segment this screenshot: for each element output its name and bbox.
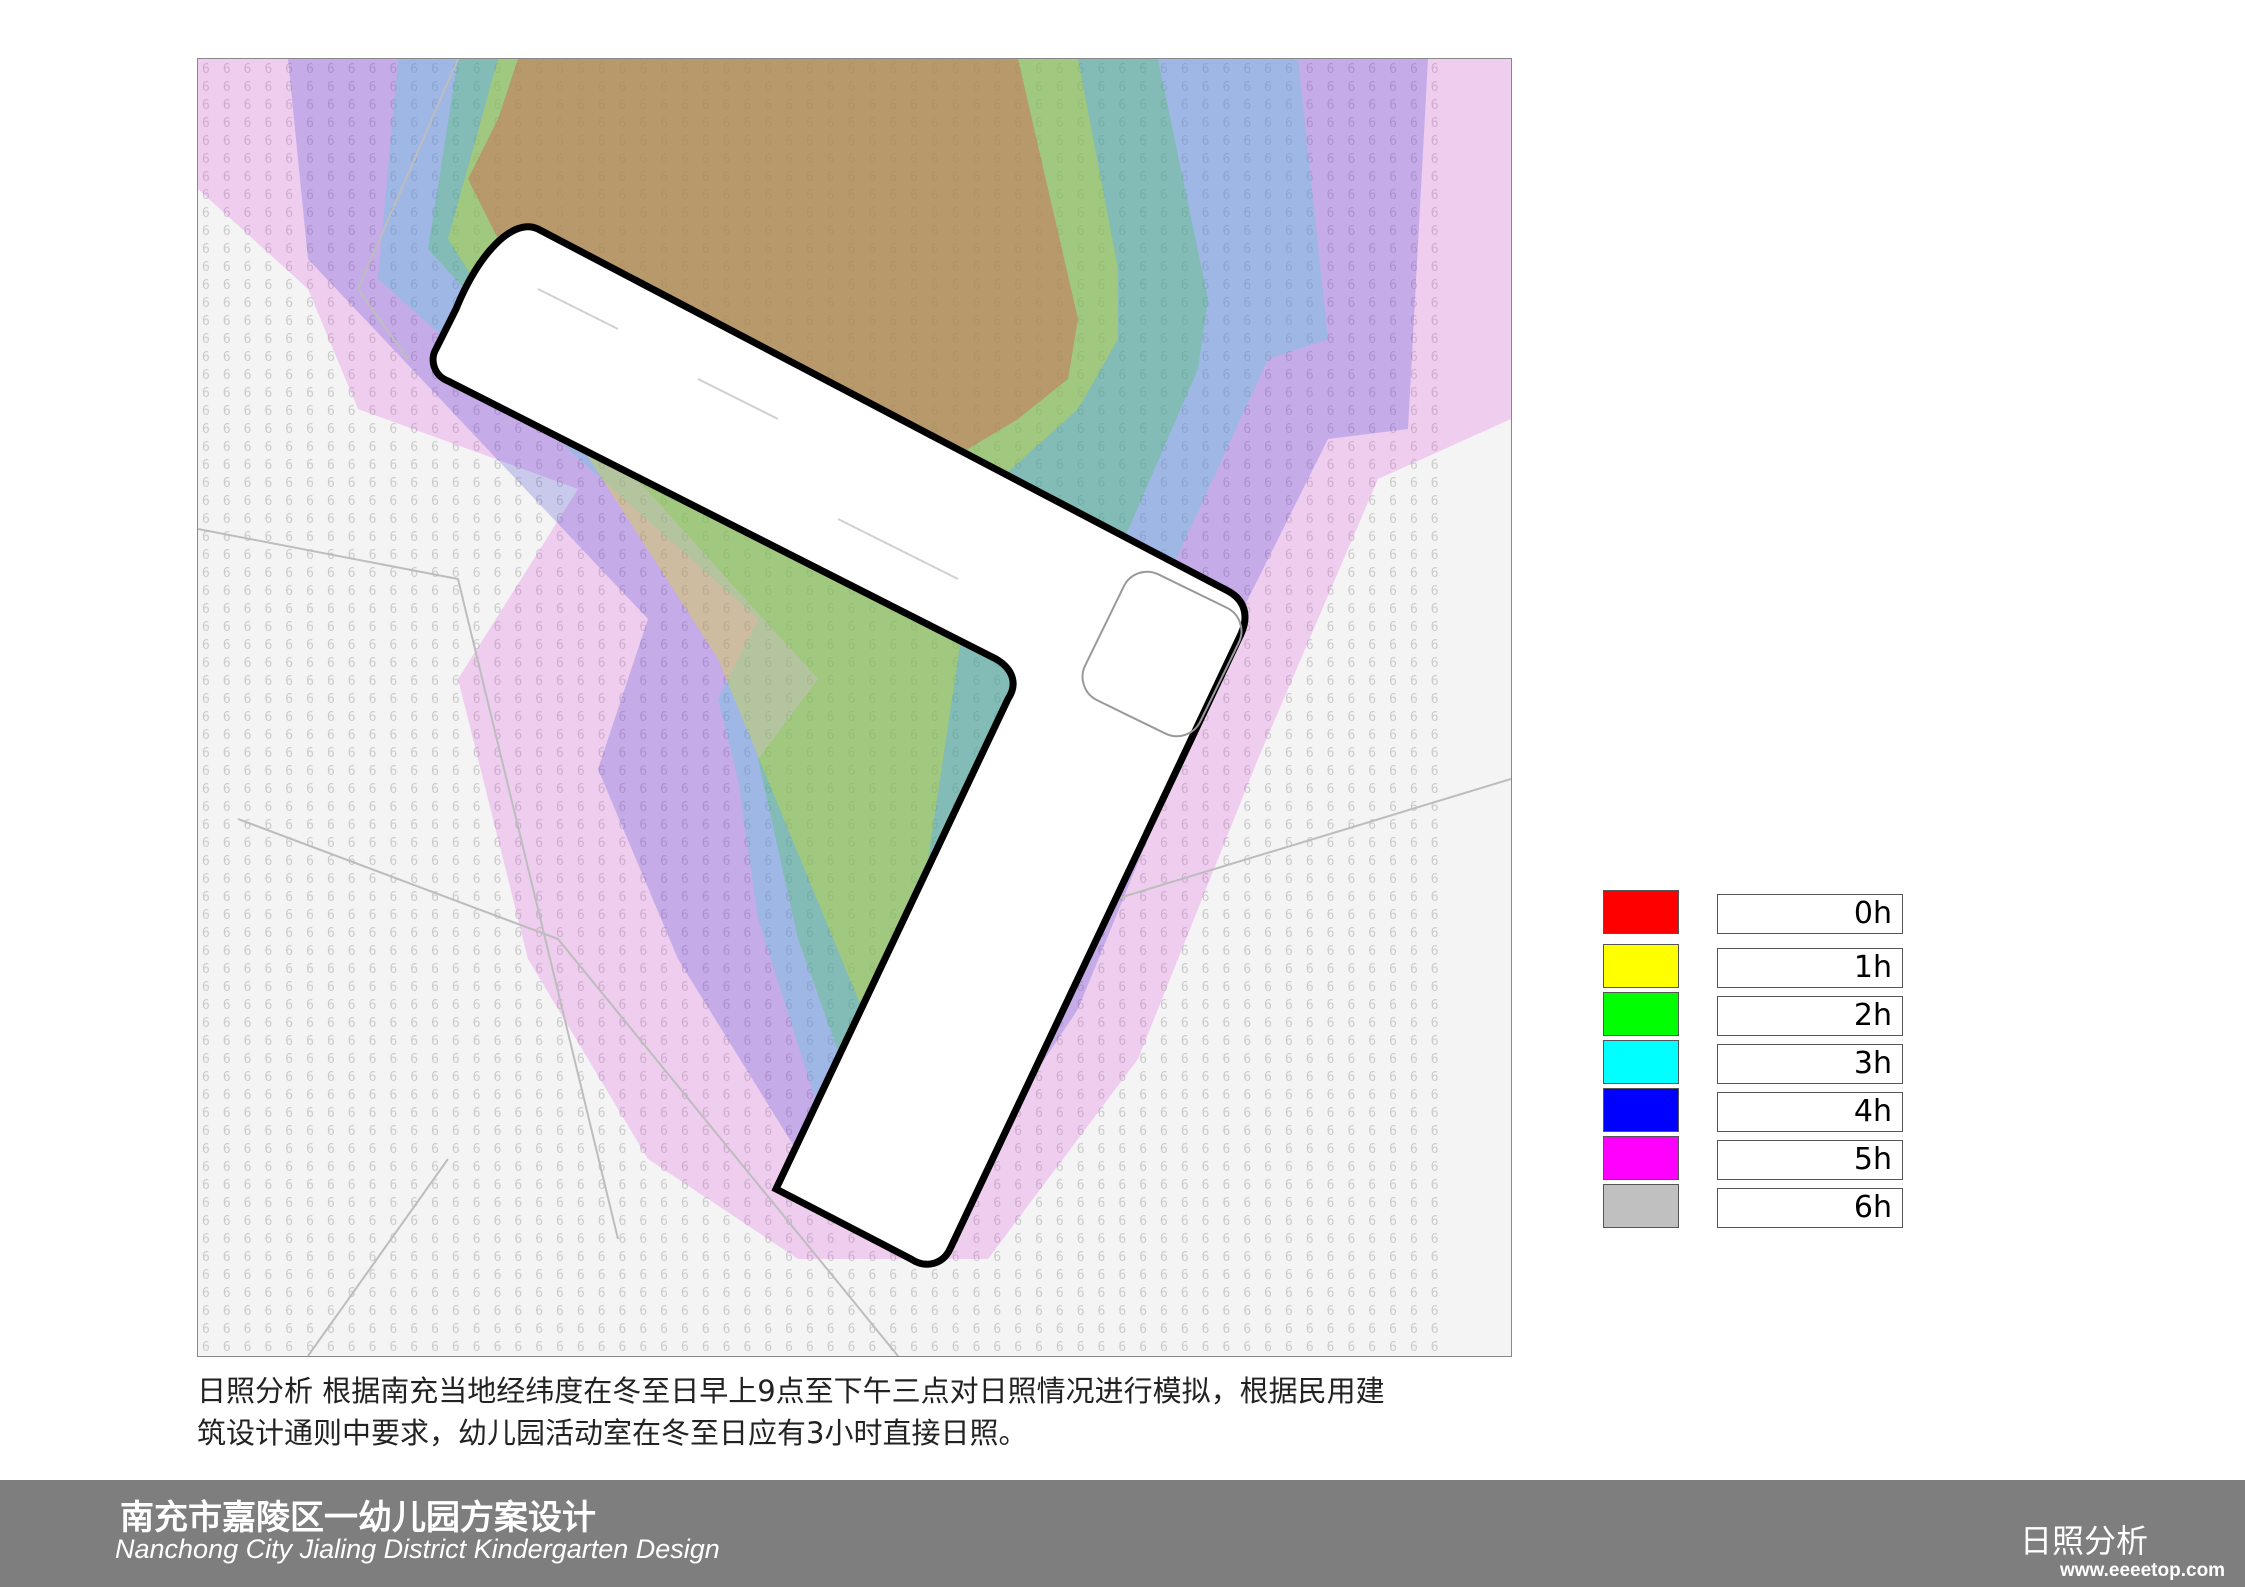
legend-label: 1h [1717,948,1903,988]
grid-digit-row: 6666666666666666666666666666666666666666… [202,1340,1452,1355]
legend-label: 3h [1717,1044,1903,1084]
legend-label: 0h [1717,894,1903,934]
legend-label: 6h [1717,1188,1903,1228]
legend-row-2h: 2h [1603,992,1903,1038]
grid-digit-row: 6666666666666666666666666666666666666666… [202,1286,1452,1301]
caption-line-2: 筑设计通则中要求，幼儿园活动室在冬至日应有3小时直接日照。 [197,1416,1028,1450]
sunlight-analysis-map: 6666666666666666666666666666666666666666… [197,58,1512,1357]
grid-digit-row: 6666666666666666666666666666666666666666… [202,1304,1452,1319]
sunlight-hours-grid: 6666666666666666666666666666666666666666… [198,59,1511,1356]
section-title: 日照分析 [2020,1522,2149,1560]
grid-digit-row: 6666666666666666666666666666666666666666… [202,1322,1452,1337]
legend-row-0h: 0h [1603,890,1903,936]
legend-swatch [1603,1136,1679,1180]
legend-label: 4h [1717,1092,1903,1132]
footer-bar: 南充市嘉陵区一幼儿园方案设计 Nanchong City Jialing Dis… [0,1480,2245,1587]
sunlight-hours-legend: 0h 1h 2h 3h 4h 5h 6h [1603,890,1903,1360]
caption-line-1: 日照分析 根据南充当地经纬度在冬至日早上9点至下午三点对日照情况进行模拟，根据民… [197,1374,1385,1408]
legend-swatch [1603,992,1679,1036]
legend-swatch [1603,890,1679,934]
legend-label: 2h [1717,996,1903,1036]
watermark: www.eeeetop.com [2060,1560,2226,1581]
legend-row-6h: 6h [1603,1184,1903,1230]
project-title-en: Nanchong City Jialing District Kindergar… [115,1534,720,1564]
project-title-cn: 南充市嘉陵区一幼儿园方案设计 [120,1498,596,1538]
legend-row-5h: 5h [1603,1136,1903,1182]
legend-label: 5h [1717,1140,1903,1180]
analysis-caption: 日照分析 根据南充当地经纬度在冬至日早上9点至下午三点对日照情况进行模拟，根据民… [197,1370,1517,1454]
legend-swatch [1603,1184,1679,1228]
legend-swatch [1603,1040,1679,1084]
legend-row-4h: 4h [1603,1088,1903,1134]
legend-swatch [1603,1088,1679,1132]
legend-row-1h: 1h [1603,944,1903,990]
legend-swatch [1603,944,1679,988]
legend-row-3h: 3h [1603,1040,1903,1086]
